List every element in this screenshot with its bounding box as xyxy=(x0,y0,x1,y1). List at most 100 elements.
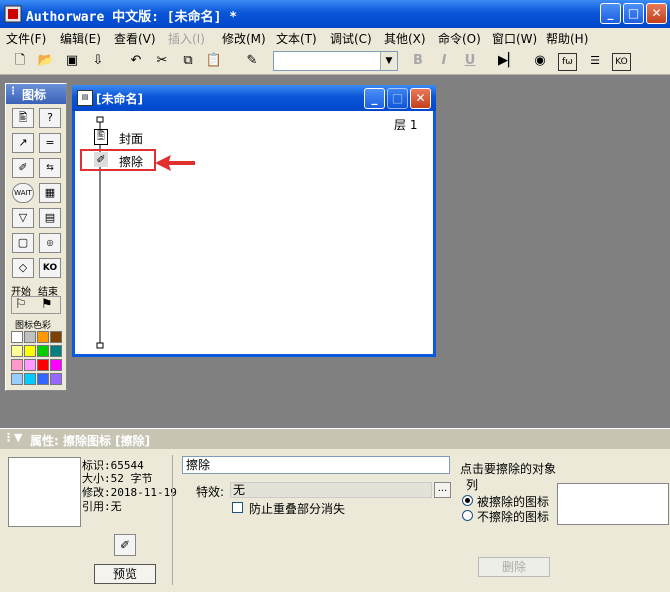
flag-slot: ⚐ ⚑ xyxy=(11,296,61,314)
icon-name-input[interactable]: 擦除 xyxy=(182,456,450,474)
menu-text[interactable]: 文本(T) xyxy=(276,30,317,47)
radio-erase[interactable] xyxy=(462,495,473,506)
app-icon xyxy=(4,5,22,23)
control-panel-icon[interactable]: ◉ xyxy=(530,51,550,71)
grip-icon: ⋮ xyxy=(8,86,18,97)
selected-icon-highlight xyxy=(80,149,156,171)
dvd-icon[interactable]: ◎ xyxy=(39,233,61,253)
color-swatch[interactable] xyxy=(11,373,23,385)
underline-button[interactable]: U xyxy=(460,51,480,71)
bold-button[interactable]: B xyxy=(408,51,428,71)
functions-icon[interactable]: fω xyxy=(558,53,577,71)
collapse-arrow-icon[interactable]: ⋮▼ xyxy=(3,431,22,444)
preview-button[interactable]: 预览 xyxy=(94,564,156,584)
find-icon[interactable]: ✎ xyxy=(242,51,262,71)
color-swatch[interactable] xyxy=(37,373,49,385)
flow-maximize-button[interactable]: □ xyxy=(387,88,408,109)
save-all-icon[interactable]: ▣ xyxy=(62,51,82,71)
close-button[interactable]: ✕ xyxy=(646,3,667,24)
open-folder-icon[interactable]: 📂 xyxy=(36,51,56,71)
minimize-button[interactable]: _ xyxy=(600,3,621,24)
copy-icon[interactable]: ⧉ xyxy=(178,51,198,71)
color-swatch[interactable] xyxy=(50,345,62,357)
color-swatch[interactable] xyxy=(37,345,49,357)
italic-button[interactable]: I xyxy=(434,51,454,71)
color-swatch[interactable] xyxy=(11,345,23,357)
menu-file[interactable]: 文件(F) xyxy=(6,30,46,47)
menu-help[interactable]: 帮助(H) xyxy=(546,30,588,47)
restart-icon[interactable]: ▶▏ xyxy=(498,51,518,71)
properties-title: 属性: 擦除图标 [擦除] xyxy=(30,434,151,448)
flow-icon-label-cover[interactable]: 封面 xyxy=(119,130,143,147)
flow-close-button[interactable]: ✕ xyxy=(410,88,431,109)
color-swatch[interactable] xyxy=(37,331,49,343)
erase-icon[interactable]: ✐ xyxy=(94,152,108,167)
erase-type-icon: ✐ xyxy=(114,534,136,556)
main-title-bar[interactable]: Authorware 中文版: [未命名] * _ □ ✕ xyxy=(0,0,670,28)
new-file-icon[interactable]: 🗋 xyxy=(10,51,30,71)
navigate-icon[interactable]: ⇆ xyxy=(39,158,61,178)
wait-icon[interactable]: WAIT xyxy=(12,183,34,203)
effect-field[interactable]: 无 xyxy=(230,482,432,498)
menu-insert[interactable]: 插入(I) xyxy=(168,30,205,47)
flow-minimize-button[interactable]: _ xyxy=(364,88,385,109)
color-swatch[interactable] xyxy=(24,331,36,343)
menu-window[interactable]: 窗口(W) xyxy=(492,30,537,47)
color-swatch[interactable] xyxy=(50,359,62,371)
decision-icon[interactable]: ▽ xyxy=(12,208,34,228)
properties-header[interactable]: ⋮▼ 属性: 擦除图标 [擦除] xyxy=(0,429,670,449)
color-swatch[interactable] xyxy=(24,345,36,357)
sound-icon[interactable]: ◇ xyxy=(12,258,34,278)
map-icon[interactable]: ▢ xyxy=(12,233,34,253)
color-swatch[interactable] xyxy=(50,373,62,385)
flow-icon-label-erase[interactable]: 擦除 xyxy=(119,153,143,170)
palette-header[interactable]: ⋮ 图标 xyxy=(6,84,66,104)
color-swatch[interactable] xyxy=(24,373,36,385)
display-icon[interactable]: 🖺 xyxy=(94,129,108,145)
calculation-icon[interactable]: = xyxy=(39,133,61,153)
knowledge-objects-icon[interactable]: KO xyxy=(612,53,631,71)
interaction-icon[interactable]: ? xyxy=(39,108,61,128)
color-swatch[interactable] xyxy=(37,359,49,371)
prevent-overlap-checkbox[interactable] xyxy=(232,502,243,513)
palette-title: 图标 xyxy=(22,88,47,102)
start-flag-icon[interactable]: ⚐ xyxy=(15,297,27,312)
radio-keep[interactable] xyxy=(462,510,473,521)
layer-indicator: 层 1 xyxy=(394,118,418,132)
delete-button[interactable]: 删除 xyxy=(478,557,550,577)
window-title: Authorware 中文版: [未命名] * xyxy=(26,10,238,25)
flowline-window-icon: ▤ xyxy=(77,90,93,106)
display-icon[interactable]: 🖺 xyxy=(12,108,34,128)
color-swatch[interactable] xyxy=(50,331,62,343)
import-icon[interactable]: ⇩ xyxy=(88,51,108,71)
knowledge-object-icon[interactable]: KO xyxy=(39,258,61,278)
chevron-down-icon[interactable]: ▼ xyxy=(380,52,397,70)
effect-browse-button[interactable]: ... xyxy=(434,482,451,498)
menu-command[interactable]: 命令(O) xyxy=(438,30,481,47)
color-swatch[interactable] xyxy=(24,359,36,371)
icon-color-label: 图标色彩 xyxy=(15,321,52,331)
flowline-title-bar[interactable]: ▤ [未命名] _ □ ✕ xyxy=(72,85,436,111)
menu-view[interactable]: 查看(V) xyxy=(114,30,156,47)
erase-icon[interactable]: ✐ xyxy=(12,158,34,178)
undo-icon[interactable]: ↶ xyxy=(126,51,146,71)
framework-icon[interactable]: ▦ xyxy=(39,183,61,203)
menu-other[interactable]: 其他(X) xyxy=(384,30,426,47)
menu-modify[interactable]: 修改(M) xyxy=(222,30,266,47)
paste-icon[interactable]: 📋 xyxy=(204,51,224,71)
color-swatch[interactable] xyxy=(11,359,23,371)
variables-icon[interactable]: ☰ xyxy=(585,51,605,71)
flowline-window: ▤ [未命名] _ □ ✕ 层 1 🖺 封面 ✐ 擦除 xyxy=(72,85,436,357)
erase-list-box[interactable] xyxy=(557,483,669,525)
end-flag-icon[interactable]: ⚑ xyxy=(41,297,53,312)
color-swatch[interactable] xyxy=(11,331,23,343)
maximize-button[interactable]: □ xyxy=(623,3,644,24)
cut-icon[interactable]: ✂ xyxy=(152,51,172,71)
font-dropdown[interactable]: ▼ xyxy=(273,51,398,71)
erase-instruction: 点击要擦除的对象 xyxy=(460,462,557,476)
motion-icon[interactable]: ↗ xyxy=(12,133,34,153)
menu-debug[interactable]: 调试(C) xyxy=(330,30,372,47)
menu-edit[interactable]: 编辑(E) xyxy=(60,30,101,47)
radio-keep-label: 不擦除的图标 xyxy=(477,510,550,524)
digital-movie-icon[interactable]: ▤ xyxy=(39,208,61,228)
